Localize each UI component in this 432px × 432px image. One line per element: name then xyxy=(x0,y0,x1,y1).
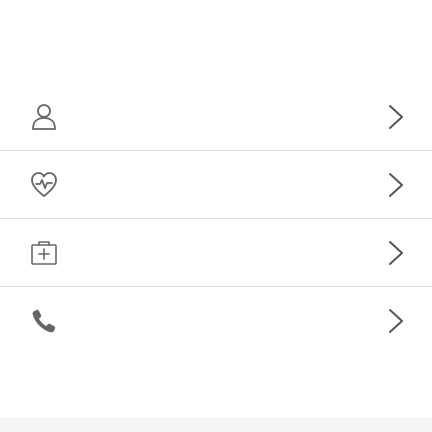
settings-screen xyxy=(0,0,432,432)
chevron-right-icon xyxy=(388,172,404,198)
menu-list xyxy=(0,83,432,355)
medical-kit-icon xyxy=(28,237,60,269)
user-icon xyxy=(28,101,60,133)
menu-item-profile[interactable] xyxy=(0,83,432,151)
menu-item-medical[interactable] xyxy=(0,219,432,287)
bottom-strip xyxy=(0,418,432,432)
chevron-right-icon xyxy=(388,308,404,334)
chevron-right-icon xyxy=(388,104,404,130)
heart-pulse-icon xyxy=(28,169,60,201)
menu-item-contact[interactable] xyxy=(0,287,432,355)
chevron-right-icon xyxy=(388,240,404,266)
menu-item-health[interactable] xyxy=(0,151,432,219)
phone-icon xyxy=(28,305,60,337)
